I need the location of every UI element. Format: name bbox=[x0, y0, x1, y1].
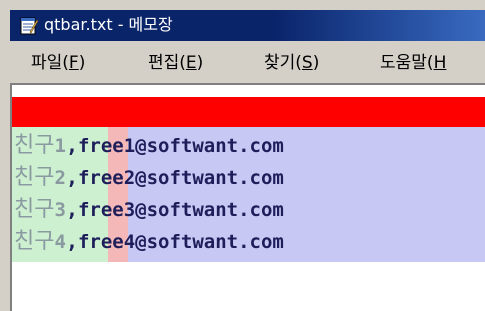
line-email: free1@softwant.com bbox=[77, 135, 284, 157]
line-email: free3@softwant.com bbox=[77, 199, 284, 221]
text-line: 친구4,free4@softwant.com bbox=[14, 225, 284, 257]
menu-file-close: ) bbox=[78, 53, 86, 73]
line-email: free2@softwant.com bbox=[77, 167, 284, 189]
line-separator: , bbox=[65, 197, 78, 221]
notepad-window: qtbar.txt - 메모장 파일(F) 편집(E) 찾기(S) 도움말(H … bbox=[0, 0, 485, 311]
line-separator: , bbox=[65, 165, 78, 189]
line-number: 1 bbox=[54, 135, 66, 157]
window-title: qtbar.txt - 메모장 bbox=[44, 15, 173, 34]
line-name: 친구 bbox=[14, 133, 55, 158]
menu-find-close: ) bbox=[312, 53, 320, 73]
text-area-frame: 친구1,free1@softwant.com 친구2,free2@softwan… bbox=[10, 83, 485, 311]
menu-help-accel: H bbox=[433, 53, 447, 73]
highlight-row-band bbox=[12, 97, 485, 127]
menu-edit-close: ) bbox=[196, 53, 204, 73]
menu-file-label: 파일( bbox=[31, 53, 69, 73]
menu-help[interactable]: 도움말(H bbox=[380, 51, 446, 75]
notepad-icon bbox=[20, 17, 38, 35]
menu-file-accel: F bbox=[68, 53, 79, 73]
menu-bar: 파일(F) 편집(E) 찾기(S) 도움말(H bbox=[10, 41, 485, 83]
text-line: 친구1,free1@softwant.com bbox=[14, 129, 284, 161]
menu-edit[interactable]: 편집(E) bbox=[148, 51, 203, 75]
line-email: free4@softwant.com bbox=[77, 231, 284, 253]
text-area[interactable]: 친구1,free1@softwant.com 친구2,free2@softwan… bbox=[12, 85, 485, 311]
menu-edit-label: 편집( bbox=[148, 53, 186, 73]
line-name: 친구 bbox=[14, 197, 55, 222]
menu-file[interactable]: 파일(F) bbox=[31, 51, 85, 75]
line-number: 3 bbox=[54, 199, 66, 221]
line-number: 4 bbox=[54, 231, 66, 253]
line-name: 친구 bbox=[14, 229, 55, 254]
line-name: 친구 bbox=[14, 165, 55, 190]
menu-edit-accel: E bbox=[185, 53, 197, 73]
title-bar[interactable]: qtbar.txt - 메모장 bbox=[10, 10, 485, 41]
text-line: 친구3,free3@softwant.com bbox=[14, 193, 284, 225]
menu-help-label: 도움말( bbox=[380, 53, 434, 73]
text-line: 친구2,free2@softwant.com bbox=[14, 161, 284, 193]
menu-find[interactable]: 찾기(S) bbox=[264, 51, 319, 75]
line-number: 2 bbox=[54, 167, 66, 189]
line-separator: , bbox=[65, 133, 78, 157]
menu-find-accel: S bbox=[301, 53, 313, 73]
menu-find-label: 찾기( bbox=[264, 53, 302, 73]
line-separator: , bbox=[65, 229, 78, 253]
